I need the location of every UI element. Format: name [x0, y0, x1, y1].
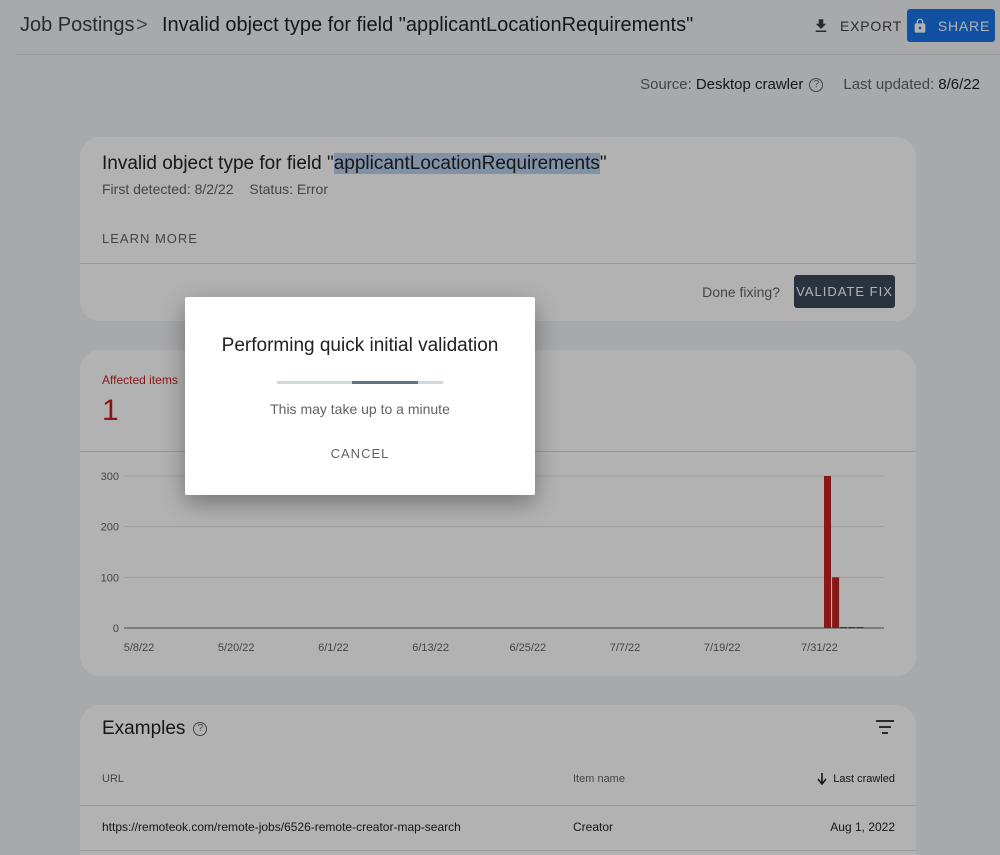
- progress-indicator: [351, 381, 419, 384]
- validation-dialog: Performing quick initial validation This…: [185, 297, 535, 495]
- dialog-title: Performing quick initial validation: [221, 335, 499, 356]
- cancel-button[interactable]: CANCEL: [325, 446, 395, 466]
- dialog-subtitle: This may take up to a minute: [270, 401, 450, 417]
- progress-bar: [277, 381, 443, 384]
